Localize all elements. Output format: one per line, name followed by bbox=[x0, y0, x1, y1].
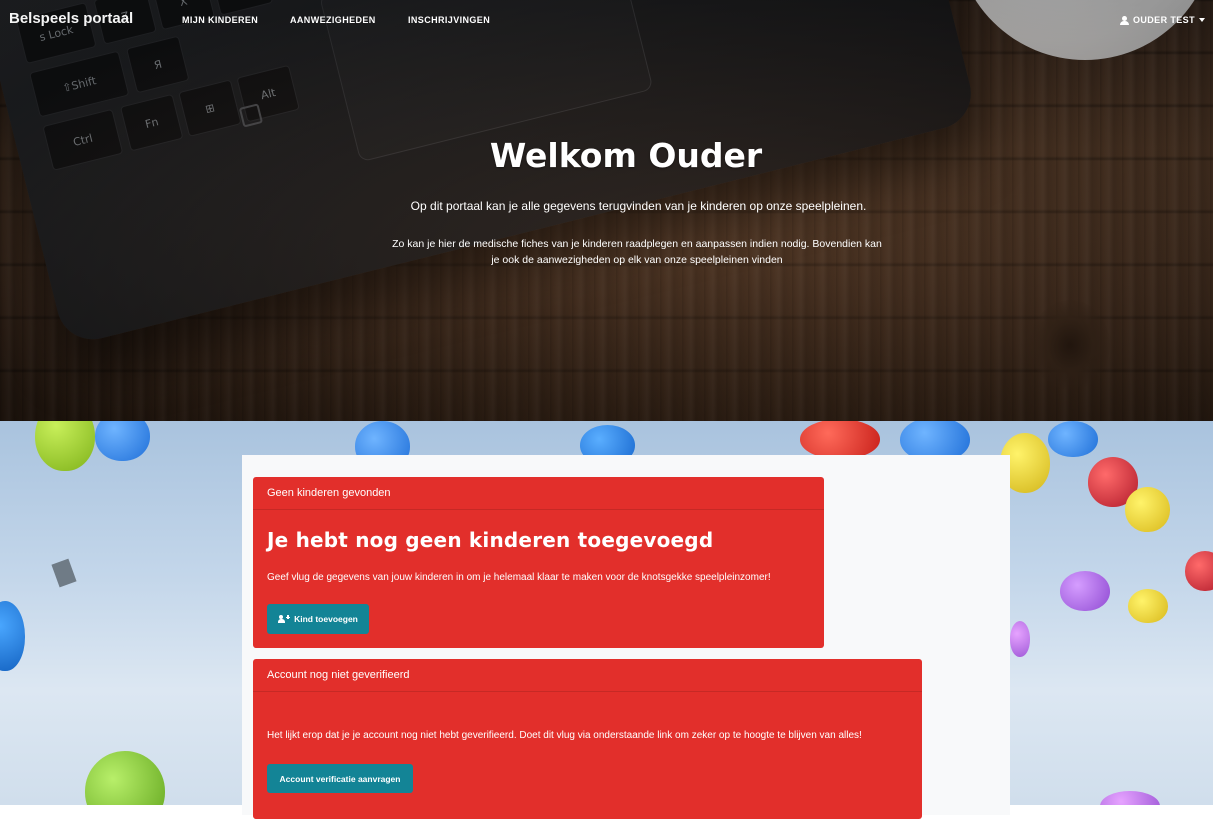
page-title: Welkom Ouder bbox=[489, 136, 763, 175]
balloon-decoration bbox=[95, 421, 150, 461]
hero-description-text: Zo kan je hier de medische fiches van je… bbox=[392, 238, 882, 266]
wood-knot bbox=[1030, 300, 1110, 390]
balloon-decoration bbox=[1100, 791, 1160, 805]
balloon-decoration bbox=[1125, 487, 1170, 532]
balloon-decoration bbox=[1128, 589, 1168, 623]
add-child-button-label: Kind toevoegen bbox=[294, 614, 358, 624]
add-child-button[interactable]: Kind toevoegen bbox=[267, 604, 369, 634]
nav-link-inschrijvingen[interactable]: INSCHRIJVINGEN bbox=[408, 15, 490, 25]
balloon-decoration bbox=[35, 421, 95, 471]
card-title: Je hebt nog geen kinderen toegevoegd bbox=[267, 528, 714, 552]
unverified-account-alert-card: Account nog niet geverifieerd Het lijkt … bbox=[253, 659, 922, 819]
balloon-decoration bbox=[0, 601, 25, 671]
no-children-alert-card: Geen kinderen gevonden Je hebt nog geen … bbox=[253, 477, 824, 648]
user-plus-icon bbox=[278, 614, 291, 624]
nav-link-aanwezigheden[interactable]: AANWEZIGHEDEN bbox=[290, 15, 376, 25]
user-name: OUDER TEST bbox=[1132, 15, 1195, 25]
balloon-tag-decoration bbox=[51, 558, 77, 588]
brand-link[interactable]: Belspeels portaal bbox=[9, 10, 133, 27]
request-verification-button[interactable]: Account verificatie aanvragen bbox=[267, 764, 413, 793]
card-header: Account nog niet geverifieerd bbox=[253, 659, 922, 692]
nav-link-mijn-kinderen[interactable]: MIJN KINDEREN bbox=[182, 15, 258, 25]
hero-section: s Lock Z X Ч ⇧Shift Я Ctrl Fn ⊞ Alt Bels… bbox=[0, 0, 1213, 421]
balloon-decoration bbox=[800, 421, 880, 459]
caret-down-icon bbox=[1199, 18, 1205, 22]
balloon-decoration bbox=[1185, 551, 1213, 591]
navbar: Belspeels portaal MIJN KINDEREN AANWEZIG… bbox=[0, 0, 1213, 44]
keyboard-key: ⇧Shift bbox=[29, 50, 130, 118]
card-text: Het lijkt erop dat je je account nog nie… bbox=[267, 730, 862, 741]
user-dropdown[interactable]: OUDER TEST bbox=[1119, 15, 1205, 25]
windows-key-icon: ⊞ bbox=[178, 79, 242, 137]
balloon-decoration bbox=[1060, 571, 1110, 611]
card-text: Geef vlug de gegevens van jouw kinderen … bbox=[267, 572, 771, 583]
balloon-decoration bbox=[1048, 421, 1098, 457]
balloon-decoration bbox=[85, 751, 165, 805]
card-header: Geen kinderen gevonden bbox=[253, 477, 824, 510]
keyboard-key: Я bbox=[126, 35, 190, 94]
user-icon bbox=[1119, 15, 1129, 25]
hero-intro-text: Op dit portaal kan je alle gegevens teru… bbox=[410, 199, 867, 213]
balloon-decoration bbox=[1010, 621, 1030, 657]
